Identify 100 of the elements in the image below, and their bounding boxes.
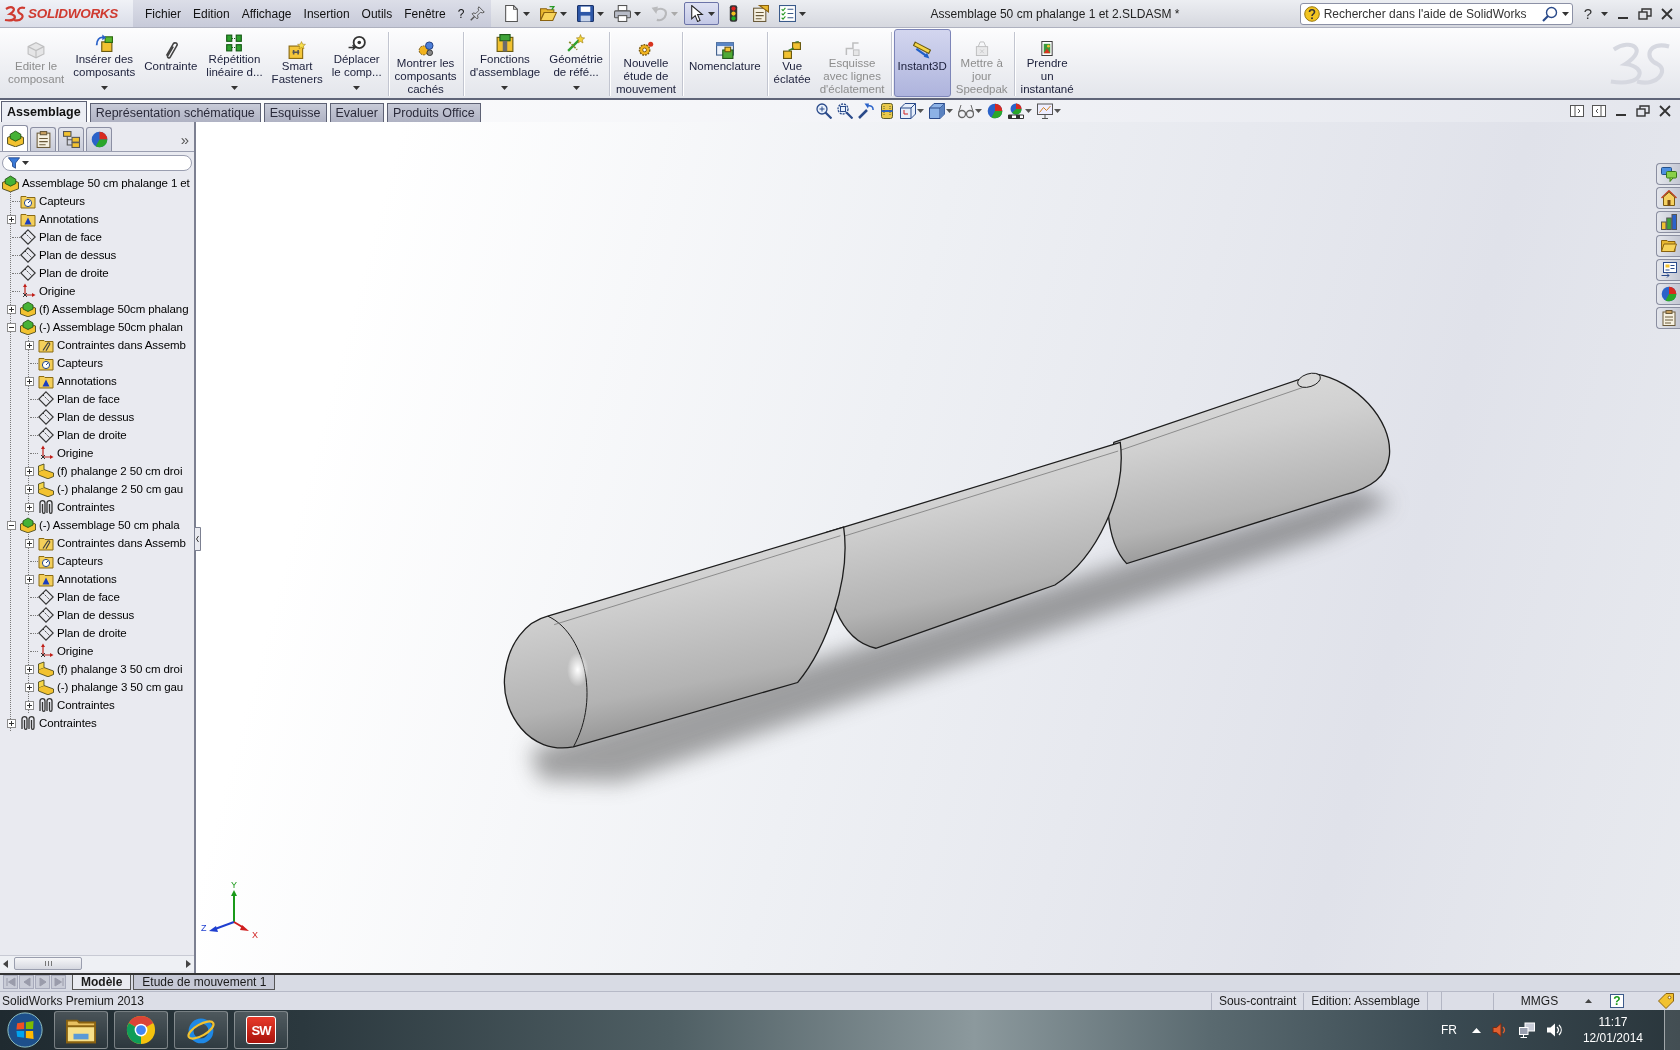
show-desktop-button[interactable]: [1664, 1010, 1680, 1050]
search-field[interactable]: Rechercher dans l'aide de SolidWorks: [1299, 2, 1573, 25]
tree-item[interactable]: Contraintes dans Assemb: [38, 535, 187, 551]
expand-toggle[interactable]: [24, 502, 34, 512]
taskbar-button[interactable]: [114, 1011, 168, 1049]
search-icon[interactable]: [1541, 5, 1558, 22]
tab[interactable]: Modèle: [72, 975, 132, 990]
tree-item[interactable]: Plan de face: [38, 391, 121, 407]
tree-item[interactable]: Plan de face: [20, 229, 103, 245]
help-button[interactable]: ?: [1610, 994, 1624, 1008]
tree-item[interactable]: Capteurs: [38, 355, 104, 371]
right-arrow-icon[interactable]: [186, 959, 191, 968]
expand-toggle[interactable]: [24, 484, 34, 494]
toolbar-button[interactable]: [684, 2, 720, 25]
tree-item[interactable]: Annotations: [38, 571, 118, 587]
menu-item[interactable]: Outils: [355, 3, 399, 24]
tree-item[interactable]: Plan de dessus: [38, 409, 136, 425]
split-view-icon[interactable]: [1592, 105, 1606, 117]
taskbar-button[interactable]: SW: [234, 1011, 288, 1049]
expand-toggle[interactable]: [24, 340, 34, 350]
menu-item[interactable]: ?: [451, 3, 471, 24]
left-arrow-icon[interactable]: [3, 959, 8, 968]
caret-icon[interactable]: [1585, 999, 1592, 1003]
volume-icon[interactable]: [1545, 1022, 1562, 1038]
command-button[interactable]: Déplacer le comp...: [327, 29, 386, 97]
command-button[interactable]: Montrer les composants cachés: [390, 29, 461, 97]
view-toolbar-button[interactable]: [857, 103, 874, 119]
command-button[interactable]: Vue éclatée: [769, 29, 815, 97]
tree-item[interactable]: Capteurs: [20, 193, 86, 209]
command-button[interactable]: Répétition linéaire d...: [202, 29, 267, 97]
tree-item[interactable]: (-) phalange 2 50 cm gau: [38, 481, 185, 497]
taskbar-button[interactable]: [174, 1011, 228, 1049]
tree-item[interactable]: Contraintes: [20, 715, 98, 731]
panel-tab[interactable]: [86, 127, 112, 151]
tab[interactable]: Esquisse: [263, 103, 327, 122]
menu-item[interactable]: Affichage: [235, 3, 298, 24]
menu-item[interactable]: Insertion: [297, 3, 356, 24]
tab[interactable]: Etude de mouvement 1: [133, 975, 276, 990]
tab[interactable]: Produits Office: [386, 103, 481, 122]
filter-field[interactable]: [2, 155, 192, 171]
tree-item[interactable]: Plan de face: [38, 589, 121, 605]
menu-item[interactable]: Fichier: [139, 3, 187, 24]
scrollbar-thumb[interactable]: [14, 957, 82, 970]
expand-toggle[interactable]: [6, 304, 16, 314]
command-button[interactable]: Prendre un instantané: [1016, 29, 1078, 97]
expand-toggle[interactable]: [24, 700, 34, 710]
tree-item[interactable]: (-) Assemblage 50cm phalan: [20, 319, 184, 335]
command-button[interactable]: Smart Fasteners: [267, 29, 327, 97]
tab[interactable]: Représentation schématique: [89, 103, 261, 122]
tree-item[interactable]: Contraintes dans Assemb: [38, 337, 187, 353]
tree-item[interactable]: Plan de dessus: [20, 247, 118, 263]
view-toolbar-button[interactable]: [899, 103, 924, 119]
view-toolbar-button[interactable]: [1036, 103, 1061, 119]
expand-toggle[interactable]: [24, 664, 34, 674]
tree-item[interactable]: Origine: [38, 445, 95, 461]
expand-button[interactable]: »: [177, 131, 192, 148]
expand-toggle[interactable]: [24, 376, 34, 386]
task-pane-tab[interactable]: [1656, 235, 1680, 257]
tree-item[interactable]: Origine: [20, 283, 77, 299]
pushpin-icon[interactable]: [470, 6, 486, 21]
expand-toggle[interactable]: [6, 214, 16, 224]
taskbar-button[interactable]: [54, 1011, 108, 1049]
expand-toggle[interactable]: [24, 574, 34, 584]
tree-item[interactable]: (-) Assemblage 50 cm phala: [20, 517, 181, 533]
tree-item[interactable]: Plan de droite: [38, 427, 128, 443]
collapse-toggle[interactable]: [6, 520, 16, 530]
speaker-icon[interactable]: [1491, 1022, 1508, 1038]
command-button[interactable]: Nomenclature: [685, 29, 765, 97]
tree-item[interactable]: Origine: [38, 643, 95, 659]
tree-item[interactable]: Plan de droite: [38, 625, 128, 641]
tab[interactable]: Assemblage: [1, 101, 87, 122]
tab[interactable]: Evaluer: [329, 103, 384, 122]
tree-item[interactable]: Plan de dessus: [38, 607, 136, 623]
clock[interactable]: 11:17 12/01/2014: [1578, 1014, 1647, 1046]
view-toolbar-button[interactable]: [815, 103, 832, 119]
collapse-toggle[interactable]: [6, 322, 16, 332]
split-view-icon[interactable]: [1570, 105, 1584, 117]
restore-icon[interactable]: [1638, 7, 1652, 20]
view-toolbar-button[interactable]: [1007, 103, 1032, 119]
tree-item[interactable]: Annotations: [38, 373, 118, 389]
command-button[interactable]: Contrainte: [140, 29, 202, 97]
command-button[interactable]: Fonctions d'assemblage: [465, 29, 545, 97]
expand-toggle[interactable]: [24, 538, 34, 548]
help-button[interactable]: ?: [1582, 5, 1593, 22]
start-button[interactable]: [6, 1011, 44, 1049]
menu-item[interactable]: Fenêtre: [398, 3, 452, 24]
panel-tab[interactable]: [30, 127, 56, 151]
menu-item[interactable]: Edition: [187, 3, 236, 24]
task-pane-tab[interactable]: [1656, 211, 1680, 233]
panel-tab[interactable]: [58, 127, 84, 151]
expand-toggle[interactable]: [24, 466, 34, 476]
close-icon[interactable]: [1660, 7, 1674, 20]
language-indicator[interactable]: FR: [1440, 1023, 1457, 1037]
tree-item[interactable]: Assemblage 50 cm phalange 1 et: [2, 174, 191, 192]
close-icon[interactable]: [1658, 105, 1672, 117]
view-toolbar-button[interactable]: [957, 103, 982, 119]
tree-item[interactable]: Contraintes: [38, 499, 116, 515]
tree-item[interactable]: (f) Assemblage 50cm phalang: [20, 301, 190, 317]
caret-icon[interactable]: [1471, 1027, 1481, 1033]
command-button[interactable]: Nouvelle étude de mouvement: [611, 29, 680, 97]
